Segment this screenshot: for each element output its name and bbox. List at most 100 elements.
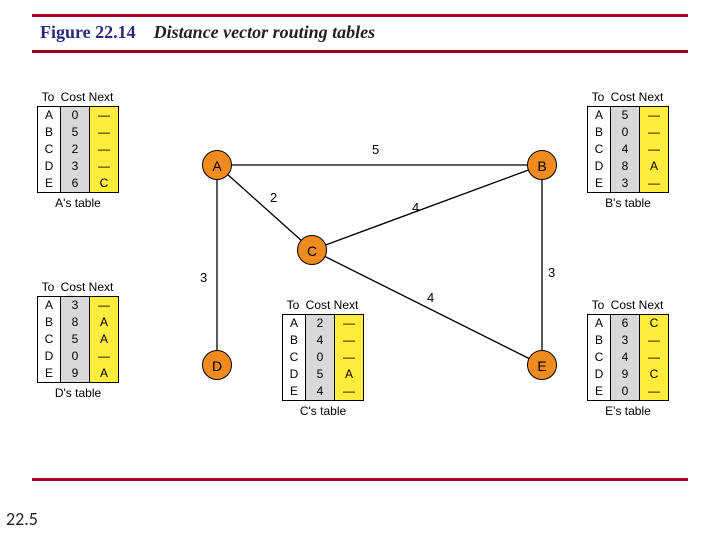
col-header-next: Next: [637, 90, 665, 104]
cell: 5: [306, 366, 334, 383]
cell: A: [283, 315, 305, 332]
table-a: To Cost Next A B C D E 0 5 2 3 6: [37, 90, 119, 210]
col-header-next: Next: [332, 298, 360, 312]
cell: A: [335, 366, 363, 383]
cell: A: [90, 331, 118, 348]
cell: 4: [306, 383, 334, 400]
node-b: B: [527, 150, 557, 180]
cell: 2: [306, 315, 334, 332]
cell: 5: [61, 331, 89, 348]
cell: 0: [611, 124, 639, 141]
cell: 3: [61, 297, 89, 314]
cell: —: [90, 158, 118, 175]
cell: B: [283, 332, 305, 349]
cell: —: [640, 124, 668, 141]
cell: 0: [611, 383, 639, 400]
cell: C: [588, 141, 610, 158]
col-header-to: To: [587, 298, 609, 312]
cell: C: [38, 141, 60, 158]
cell: B: [38, 124, 60, 141]
cell: —: [640, 141, 668, 158]
rule-bottom: [32, 478, 688, 481]
cell: B: [588, 332, 610, 349]
cell: 4: [611, 349, 639, 366]
node-a: A: [202, 150, 232, 180]
cell: 3: [61, 158, 89, 175]
diagram-area: 5 2 3 4 3 4 A B C D E To Cost Next A B C…: [32, 80, 688, 450]
cell: 5: [61, 124, 89, 141]
cell: —: [640, 175, 668, 192]
node-d: D: [202, 350, 232, 380]
cell: D: [588, 366, 610, 383]
cell: C: [283, 349, 305, 366]
cell: D: [38, 348, 60, 365]
cell: E: [38, 175, 60, 192]
cell: 0: [306, 349, 334, 366]
table-c: To Cost Next A B C D E 2 4 0 5 4: [282, 298, 364, 418]
cell: —: [90, 348, 118, 365]
cell: —: [335, 349, 363, 366]
cell: 8: [611, 158, 639, 175]
cell: B: [588, 124, 610, 141]
cell: 9: [61, 365, 89, 382]
table-caption: D's table: [37, 386, 119, 400]
node-c: C: [297, 235, 327, 265]
cell: —: [335, 315, 363, 332]
cell: D: [283, 366, 305, 383]
cell: 8: [61, 314, 89, 331]
cell: 0: [61, 107, 89, 124]
cell: E: [588, 175, 610, 192]
cell: A: [588, 107, 610, 124]
cell: —: [640, 383, 668, 400]
cell: 4: [611, 141, 639, 158]
cell: C: [38, 331, 60, 348]
edge-weight-ac: 2: [270, 190, 277, 205]
table-caption: E's table: [587, 404, 669, 418]
cell: D: [588, 158, 610, 175]
cell: —: [90, 141, 118, 158]
cell: C: [588, 349, 610, 366]
cell: 3: [611, 332, 639, 349]
cell: C: [640, 366, 668, 383]
cell: B: [38, 314, 60, 331]
cell: E: [38, 365, 60, 382]
cell: —: [335, 383, 363, 400]
cell: 6: [61, 175, 89, 192]
cell: A: [90, 314, 118, 331]
cell: —: [90, 297, 118, 314]
col-header-cost: Cost: [59, 90, 87, 104]
col-header-to: To: [282, 298, 304, 312]
cell: —: [640, 332, 668, 349]
edge-weight-bc: 4: [412, 200, 419, 215]
cell: A: [38, 107, 60, 124]
cell: —: [90, 124, 118, 141]
col-header-cost: Cost: [304, 298, 332, 312]
cell: 4: [306, 332, 334, 349]
figure-caption: Distance vector routing tables: [154, 22, 376, 42]
cell: —: [640, 349, 668, 366]
col-header-next: Next: [87, 90, 115, 104]
cell: —: [90, 107, 118, 124]
cell: A: [640, 158, 668, 175]
cell: 5: [611, 107, 639, 124]
cell: A: [90, 365, 118, 382]
col-header-cost: Cost: [59, 280, 87, 294]
figure-title: Figure 22.14 Distance vector routing tab…: [40, 22, 375, 43]
col-header-to: To: [37, 90, 59, 104]
cell: —: [335, 332, 363, 349]
edge-weight-be: 3: [548, 265, 555, 280]
cell: —: [640, 107, 668, 124]
rule-top: [32, 14, 688, 17]
cell: C: [90, 175, 118, 192]
rule-under-title: [32, 50, 688, 53]
cell: C: [640, 315, 668, 332]
cell: A: [588, 315, 610, 332]
col-header-to: To: [587, 90, 609, 104]
edge-weight-ad: 3: [200, 270, 207, 285]
table-b: To Cost Next A B C D E 5 0 4 8 3: [587, 90, 669, 210]
node-e: E: [527, 350, 557, 380]
cell: 9: [611, 366, 639, 383]
table-caption: C's table: [282, 404, 364, 418]
col-header-to: To: [37, 280, 59, 294]
cell: E: [588, 383, 610, 400]
